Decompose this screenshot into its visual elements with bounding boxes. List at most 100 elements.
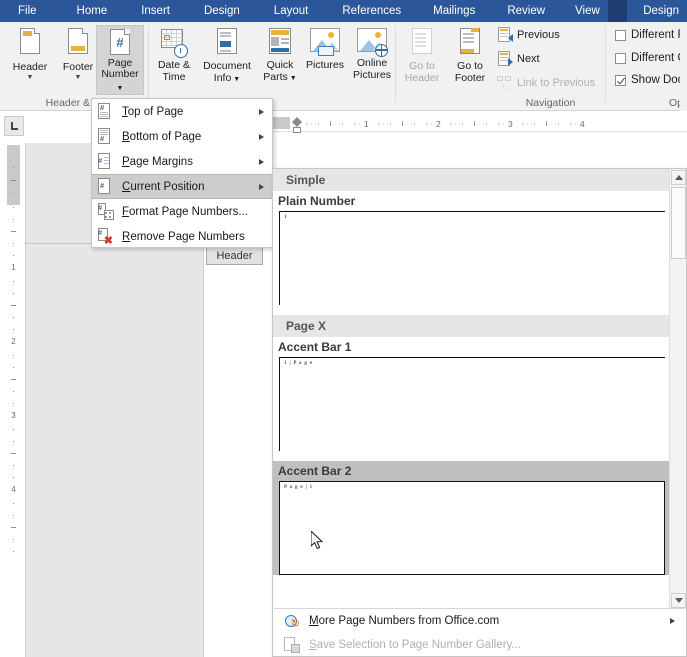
page-number-gallery-panel: Simple Plain Number 1 Page X Accent Bar … xyxy=(272,168,687,657)
gallery-item-name-plain-number: Plain Number xyxy=(273,191,671,211)
tab-stop-selector[interactable] xyxy=(4,116,24,136)
tab-mailings[interactable]: Mailings xyxy=(425,0,483,22)
different-first-page-checkbox-row[interactable]: Different F xyxy=(615,29,684,41)
page-number-label-line2: Number ▼ xyxy=(97,69,143,94)
menu-label-remove-page-numbers: Remove Page Numbers xyxy=(122,231,245,243)
link-to-previous-icon: ↑ ... xyxy=(496,75,513,91)
ruler-h-tick-3: 3 xyxy=(508,119,513,129)
ruler-h-tick-4: 4 xyxy=(580,119,585,129)
header-caret-icon[interactable]: ▼ xyxy=(27,74,34,81)
tab-home[interactable]: Home xyxy=(69,0,116,22)
go-to-footer-icon xyxy=(457,28,483,59)
scroll-up-arrow-icon xyxy=(675,175,683,180)
more-page-numbers-from-office-item[interactable]: ↻ More Page Numbers from Office.com xyxy=(274,609,685,633)
online-pictures-icon xyxy=(357,28,387,56)
ribbon-separator-1 xyxy=(148,26,149,102)
go-to-footer-label-line1: Go to xyxy=(457,61,483,73)
link-to-previous-label: Link to Previous xyxy=(517,77,595,89)
page-number-button[interactable]: # Page Number ▼ xyxy=(96,25,144,95)
document-info-button[interactable]: Document Info ▼ xyxy=(198,25,256,95)
gallery-section-header-page-x: Page X xyxy=(273,315,671,337)
save-selection-to-gallery-item[interactable]: Save Selection to Page Number Gallery... xyxy=(274,633,685,657)
tab-review[interactable]: Review xyxy=(499,0,553,22)
tab-insert[interactable]: Insert xyxy=(133,0,178,22)
quick-parts-button[interactable]: Quick Parts ▼ xyxy=(257,25,303,95)
gallery-preview-text-accent-bar-2: P a g e | 1 xyxy=(284,484,313,490)
previous-button[interactable]: Previous xyxy=(496,27,560,43)
tab-layout[interactable]: Layout xyxy=(266,0,317,22)
footer-button-label: Footer xyxy=(63,62,93,74)
different-first-page-label: Different F xyxy=(631,29,684,41)
go-to-header-label-line2: Header xyxy=(405,73,439,85)
page-number-label-text: Number xyxy=(101,68,138,80)
different-odd-even-checkbox[interactable] xyxy=(615,53,626,64)
horizontal-ruler[interactable]: 1 2 3 4 xyxy=(272,115,687,132)
go-to-header-label-line1: Go to xyxy=(409,61,435,73)
gallery-scroll-up-button[interactable] xyxy=(671,170,686,185)
submenu-arrow-current-position xyxy=(259,184,264,190)
tab-header-footer-design[interactable]: Design xyxy=(635,0,687,22)
gallery-preview-accent-bar-2[interactable]: P a g e | 1 xyxy=(279,481,665,575)
save-selection-icon xyxy=(284,637,300,653)
go-to-header-button[interactable]: Go to Header xyxy=(398,25,446,95)
menu-item-remove-page-numbers[interactable]: # ✖ Remove Page Numbers xyxy=(92,224,272,249)
tab-references[interactable]: References xyxy=(334,0,409,22)
gallery-scrollbar[interactable] xyxy=(669,169,686,609)
header-button[interactable]: Header ▼ xyxy=(4,25,56,95)
ruler-v-tick-1: 1 xyxy=(7,263,20,272)
scroll-down-arrow-icon xyxy=(675,598,683,603)
show-document-text-checkbox-row[interactable]: Show Docu xyxy=(615,74,687,86)
online-pictures-label-line2: Pictures xyxy=(353,70,391,82)
menu-item-format-page-numbers[interactable]: # Format Page Numbers... xyxy=(92,199,272,224)
online-pictures-button[interactable]: Online Pictures xyxy=(347,25,397,95)
gallery-preview-plain-number[interactable]: 1 xyxy=(279,211,665,305)
ruler-h-tick-1: 1 xyxy=(364,119,369,129)
page-number-caret-icon[interactable]: ▼ xyxy=(117,85,124,92)
menu-label-top-of-page: Top of Page xyxy=(122,106,183,118)
go-to-footer-button[interactable]: Go to Footer xyxy=(446,25,494,95)
tab-design[interactable]: Design xyxy=(196,0,248,22)
gallery-scrollbar-thumb[interactable] xyxy=(671,187,686,259)
tab-view[interactable]: View xyxy=(567,0,608,22)
date-time-icon xyxy=(160,28,188,58)
submenu-arrow-page-margins xyxy=(259,159,264,165)
gallery-scroll-down-button[interactable] xyxy=(671,593,686,608)
quick-parts-caret-icon[interactable]: ▼ xyxy=(288,75,297,82)
different-odd-even-checkbox-row[interactable]: Different C xyxy=(615,52,686,64)
gallery-item-plain-number[interactable]: Plain Number 1 xyxy=(273,191,671,305)
gallery-item-accent-bar-1[interactable]: Accent Bar 1 1 | P a g e xyxy=(273,337,671,451)
link-to-previous-button[interactable]: ↑ ... Link to Previous xyxy=(496,75,595,91)
mouse-cursor xyxy=(311,531,325,551)
document-info-caret-icon[interactable]: ▼ xyxy=(231,76,240,83)
ribbon-tabbar: File Home Insert Design Layout Reference… xyxy=(0,0,687,22)
gallery-scroll-area: Simple Plain Number 1 Page X Accent Bar … xyxy=(273,169,671,609)
gallery-footer: ↻ More Page Numbers from Office.com Save… xyxy=(274,608,685,656)
more-page-numbers-label: More Page Numbers from Office.com xyxy=(309,615,499,627)
ruler-v-page-zone xyxy=(7,205,20,657)
word-window: File Home Insert Design Layout Reference… xyxy=(0,0,687,657)
go-to-footer-label-line2: Footer xyxy=(455,73,485,85)
next-button[interactable]: Next xyxy=(496,51,540,67)
gallery-preview-accent-bar-1[interactable]: 1 | P a g e xyxy=(279,357,665,451)
menu-label-page-margins: Page Margins xyxy=(122,156,193,168)
pictures-button[interactable]: Pictures xyxy=(302,25,348,95)
show-document-text-checkbox[interactable] xyxy=(615,75,626,86)
date-time-button[interactable]: Date & Time xyxy=(150,25,198,95)
page-header-icon xyxy=(17,28,43,60)
header-button-label: Header xyxy=(13,62,47,74)
different-first-page-checkbox[interactable] xyxy=(615,30,626,41)
submenu-arrow-more-page-numbers xyxy=(670,618,675,624)
menu-item-bottom-of-page[interactable]: # Bottom of Page xyxy=(92,124,272,149)
menu-item-page-margins[interactable]: # Page Margins xyxy=(92,149,272,174)
vertical-ruler[interactable]: 1 2 3 4 xyxy=(7,145,20,657)
pictures-icon xyxy=(310,28,340,56)
go-to-header-icon xyxy=(409,28,435,59)
gallery-item-accent-bar-2[interactable]: Accent Bar 2 P a g e | 1 xyxy=(273,461,671,575)
tab-file[interactable]: File xyxy=(10,0,45,22)
menu-item-top-of-page[interactable]: # Top of Page xyxy=(92,99,272,124)
footer-caret-icon[interactable]: ▼ xyxy=(75,74,82,81)
date-time-label-line1: Date & xyxy=(158,60,190,72)
ribbon-right-clip xyxy=(680,22,687,111)
save-selection-label: Save Selection to Page Number Gallery... xyxy=(309,639,521,651)
menu-item-current-position[interactable]: # Current Position xyxy=(92,174,272,199)
